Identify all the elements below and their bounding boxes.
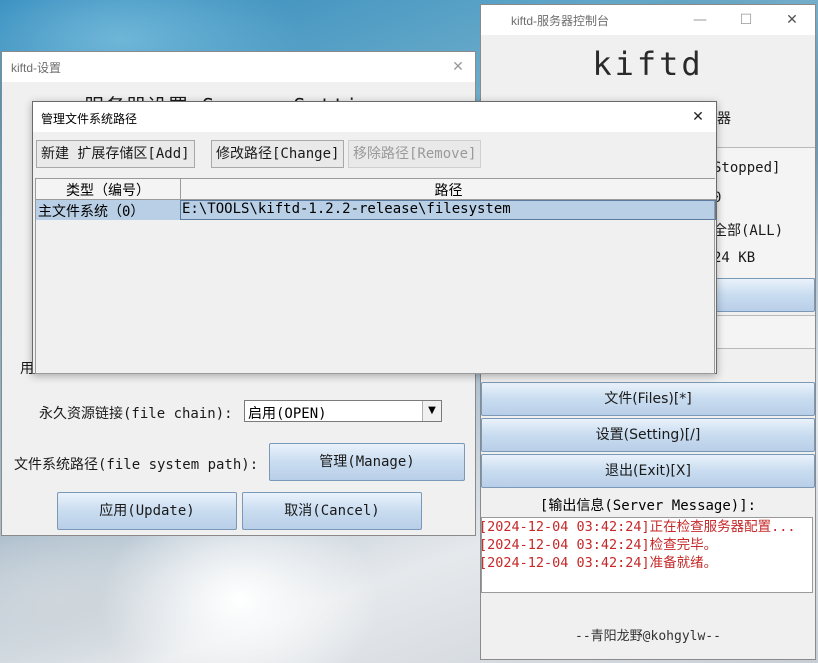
table-row[interactable]: 主文件系统（0） E:\TOOLS\kiftd-1.2.2-release\fi…	[36, 200, 716, 220]
message-title: [输出信息(Server Message)]:	[539, 498, 757, 514]
log-line: [2024-12-04 03:42:24]准备就绪。	[481, 555, 718, 571]
table-header: 类型（编号） 路径	[36, 179, 716, 200]
paths-table: 类型（编号） 路径 主文件系统（0） E:\TOOLS\kiftd-1.2.2-…	[35, 178, 716, 374]
fs-path-label: 文件系统路径(file system path):	[14, 457, 259, 473]
row-type-cell: 主文件系统（0）	[38, 204, 145, 220]
setting-button[interactable]: 设置(Setting)[/]	[481, 418, 815, 452]
file-chain-label: 永久资源链接(file chain):	[39, 406, 233, 422]
status-running: Stopped]	[713, 160, 781, 176]
row-path-cell: E:\TOOLS\kiftd-1.2.2-release\filesystem	[182, 201, 511, 217]
author-footer: --青阳龙野@kohgylw--	[575, 629, 721, 644]
remove-path-button[interactable]: 移除路径[Remove]	[348, 140, 482, 168]
manage-title: 管理文件系统路径	[41, 112, 138, 126]
manage-paths-dialog: 管理文件系统路径 ✕ 新建 扩展存储区[Add] 修改路径[Change] 移除…	[32, 101, 717, 374]
file-chain-select[interactable]: 启用(OPEN) ▼	[244, 400, 442, 422]
log-line: [2024-12-04 03:42:24]正在检查服务器配置...	[481, 519, 796, 535]
brand-title: kiftd	[592, 45, 704, 83]
chevron-down-icon[interactable]: ▼	[422, 401, 441, 421]
console-title: kiftd-服务器控制台	[511, 14, 610, 28]
close-icon[interactable]: ✕	[769, 5, 815, 35]
maximize-icon[interactable]: ☐	[723, 5, 769, 35]
settings-titlebar: kiftd-设置 ✕	[2, 52, 475, 82]
manage-button[interactable]: 管理(Manage)	[269, 443, 465, 481]
files-button[interactable]: 文件(Files)[*]	[481, 382, 815, 416]
update-button[interactable]: 应用(Update)	[57, 492, 237, 530]
file-chain-value: 启用(OPEN)	[248, 406, 327, 422]
close-icon[interactable]: ✕	[679, 102, 717, 132]
exit-button[interactable]: 退出(Exit)[X]	[481, 454, 815, 488]
add-storage-button[interactable]: 新建 扩展存储区[Add]	[36, 140, 195, 168]
console-titlebar: kiftd-服务器控制台 — ☐ ✕	[481, 5, 815, 35]
status-permission: 全部(ALL)	[713, 223, 784, 239]
column-header-path[interactable]: 路径	[181, 180, 716, 200]
log-line: [2024-12-04 03:42:24]检查完毕。	[481, 537, 718, 553]
status-buffer: 24 KB	[713, 250, 756, 266]
server-log[interactable]: [2024-12-04 03:42:24]正在检查服务器配置... [2024-…	[481, 517, 813, 593]
manage-titlebar: 管理文件系统路径 ✕	[33, 102, 716, 132]
close-icon[interactable]: ✕	[438, 52, 478, 82]
settings-title: kiftd-设置	[11, 61, 62, 75]
minimize-icon[interactable]: —	[677, 5, 723, 35]
column-header-type[interactable]: 类型（编号）	[36, 180, 180, 200]
change-path-button[interactable]: 修改路径[Change]	[211, 140, 345, 168]
cancel-button[interactable]: 取消(Cancel)	[242, 492, 422, 530]
server-label-partial: 器	[717, 111, 731, 127]
